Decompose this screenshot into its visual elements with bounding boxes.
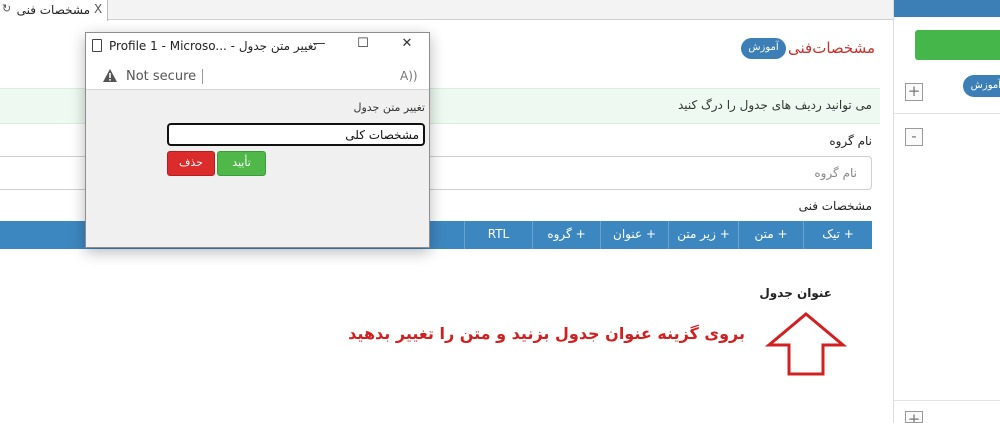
add-title-button[interactable]: + عنوان	[600, 221, 668, 249]
add-group-button[interactable]: + گروه	[532, 221, 600, 249]
reload-icon[interactable]: ↻	[2, 2, 11, 15]
up-arrow-icon	[765, 312, 847, 376]
maximize-button[interactable]: ☐	[349, 36, 377, 56]
add-check-button[interactable]: + تیک	[803, 221, 872, 249]
read-aloud-icon[interactable]: A))	[400, 69, 418, 83]
sidebar-divider	[894, 400, 1000, 401]
close-window-button[interactable]: ✕	[393, 36, 421, 56]
edit-table-text-popup: Profile 1 - Microso... - تغییر متن جدول …	[85, 32, 430, 248]
close-tab-icon[interactable]: X	[94, 2, 102, 16]
instruction-annotation: بروی گزینه عنوان جدول بزنید و متن را تغی…	[348, 324, 745, 343]
info-alert-text: می توانید ردیف های جدول را درگ کنید	[677, 98, 872, 112]
not-secure-label[interactable]: Not secure	[126, 69, 196, 84]
delete-button[interactable]: حذف	[167, 151, 215, 176]
warning-icon[interactable]	[102, 68, 118, 83]
specs-section-label: مشخصات فنی	[798, 199, 872, 213]
sidebar-expand-button[interactable]: +	[905, 83, 923, 101]
sidebar-divider	[894, 113, 1000, 114]
sidebar-expand-button[interactable]: +	[905, 411, 923, 423]
address-divider	[202, 69, 203, 84]
sidebar-collapse-button[interactable]: -	[905, 128, 923, 146]
sidebar-green-button[interactable]	[915, 30, 1000, 60]
add-subtext-button[interactable]: + زیر متن	[668, 221, 738, 249]
page-title: مشخصات‌فنی	[788, 39, 875, 57]
sidebar-training-badge[interactable]: آموزش	[963, 75, 1000, 97]
add-text-button[interactable]: + متن	[738, 221, 803, 249]
training-badge[interactable]: آموزش	[741, 38, 786, 59]
sidebar-top-bar	[894, 0, 1000, 17]
group-name-label: نام گروه	[829, 134, 872, 148]
browser-tab-strip	[0, 0, 893, 20]
browser-tab[interactable]: ↻ مشخصات فنی X	[0, 0, 108, 21]
edit-text-label: تغییر متن جدول	[353, 101, 425, 114]
rtl-button[interactable]: RTL	[464, 221, 532, 249]
page-icon	[92, 39, 102, 52]
confirm-button[interactable]: تأیید	[217, 151, 266, 176]
browser-tab-title: مشخصات فنی	[16, 3, 90, 17]
table-title[interactable]: عنوان جدول	[740, 286, 832, 300]
right-sidebar: آموزش + - +	[893, 0, 1000, 423]
popup-window-title: Profile 1 - Microso... - تغییر متن جدول	[109, 39, 317, 53]
table-text-input[interactable]	[167, 123, 425, 146]
minimize-button[interactable]: —	[305, 36, 333, 56]
